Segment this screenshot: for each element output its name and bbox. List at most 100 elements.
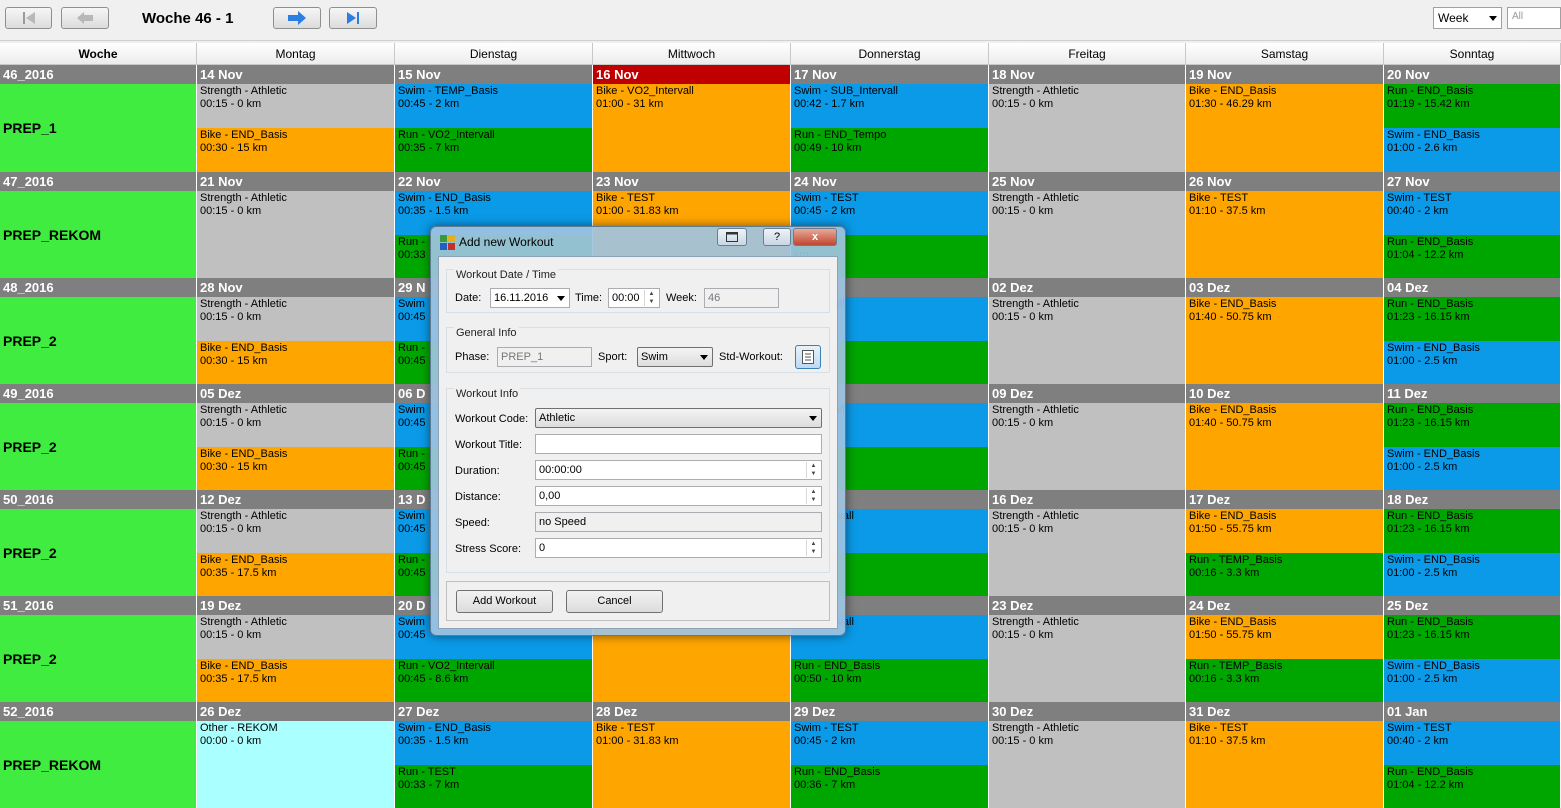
workout-entry[interactable]: Swim - END_Basis 01:00 - 2.5 km [1384, 341, 1561, 385]
workout-entry[interactable]: Strength - Athletic 00:15 - 0 km [989, 297, 1186, 385]
std-workout-button[interactable] [795, 345, 821, 369]
workout-entry[interactable]: Strength - Athletic 00:15 - 0 km [197, 403, 395, 447]
workout-entry[interactable]: Bike - END_Basis 01:30 - 46.29 km [1186, 84, 1384, 172]
workout-entry[interactable]: Swim - TEMP_Basis 00:45 - 2 km [395, 84, 593, 128]
day-cell[interactable]: 05 Dez Strength - Athletic 00:15 - 0 km Bik… [197, 384, 395, 491]
time-spinner[interactable]: ▲ ▼ [644, 290, 658, 306]
day-cell[interactable]: 25 Nov Strength - Athletic 00:15 - 0 km [989, 172, 1186, 279]
column-header-donnerstag[interactable]: Donnerstag [791, 43, 989, 65]
workout-entry[interactable]: Swim - END_Basis 00:35 - 1.5 km [395, 721, 593, 765]
day-cell[interactable]: 24 Dez Bike - END_Basis 01:50 - 55.75 km Ru… [1186, 596, 1384, 703]
last-week-button[interactable] [329, 7, 377, 29]
distance-input[interactable]: 0,00 ▲ ▼ [535, 486, 822, 506]
restore-button[interactable] [717, 228, 747, 246]
day-cell[interactable]: 18 Dez Run - END_Basis 01:23 - 16.15 km Swi… [1384, 490, 1561, 597]
day-cell[interactable]: 19 Nov Bike - END_Basis 01:30 - 46.29 km [1186, 65, 1384, 172]
week-cell[interactable]: 51_2016 PREP_2 [0, 596, 197, 703]
day-cell[interactable]: 31 Dez Bike - TEST 01:10 - 37.5 km [1186, 702, 1384, 808]
workout-entry[interactable]: Run - END_Basis 01:19 - 15.42 km [1384, 84, 1561, 128]
column-header-woche[interactable]: Woche [0, 43, 197, 65]
day-cell[interactable]: 16 Nov Bike - VO2_Intervall 01:00 - 31 km [593, 65, 791, 172]
first-week-button[interactable] [5, 7, 52, 29]
day-cell[interactable]: 21 Nov Strength - Athletic 00:15 - 0 km [197, 172, 395, 279]
day-cell[interactable]: 01 Jan Swim - TEST 00:40 - 2 km Run - END_B… [1384, 702, 1561, 808]
column-header-sonntag[interactable]: Sonntag [1384, 43, 1561, 65]
workout-entry[interactable]: Swim - END_Basis 01:00 - 2.5 km [1384, 447, 1561, 491]
workout-entry[interactable]: Bike - END_Basis 01:50 - 55.75 km [1186, 615, 1384, 659]
day-cell[interactable]: 26 Dez Other - REKOM 00:00 - 0 km [197, 702, 395, 808]
workout-entry[interactable]: Run - VO2_Intervall 00:35 - 7 km [395, 128, 593, 172]
workout-entry[interactable]: Bike - END_Basis 01:50 - 55.75 km [1186, 509, 1384, 553]
workout-entry[interactable]: Swim - TEST 00:40 - 2 km [1384, 721, 1561, 765]
workout-entry[interactable]: Strength - Athletic 00:15 - 0 km [197, 615, 395, 659]
help-button[interactable]: ? [763, 228, 791, 246]
workout-entry[interactable]: Run - END_Basis 00:36 - 7 km [791, 765, 989, 808]
workout-entry[interactable]: Bike - END_Basis 01:40 - 50.75 km [1186, 403, 1384, 491]
workout-entry[interactable]: Strength - Athletic 00:15 - 0 km [989, 191, 1186, 279]
day-cell[interactable]: 14 Nov Strength - Athletic 00:15 - 0 km Bik… [197, 65, 395, 172]
sport-select[interactable]: Swim [637, 347, 713, 367]
day-cell[interactable]: 28 Dez Bike - TEST 01:00 - 31.83 km [593, 702, 791, 808]
workout-entry[interactable]: Strength - Athletic 00:15 - 0 km [989, 84, 1186, 172]
week-cell[interactable]: 48_2016 PREP_2 [0, 278, 197, 385]
duration-spinner[interactable]: ▲ ▼ [806, 462, 820, 478]
workout-entry[interactable]: Strength - Athletic 00:15 - 0 km [197, 84, 395, 128]
workout-entry[interactable]: Swim - TEST 00:45 - 2 km [791, 721, 989, 765]
day-cell[interactable]: 16 Dez Strength - Athletic 00:15 - 0 km [989, 490, 1186, 597]
workout-entry[interactable]: Bike - END_Basis 00:30 - 15 km [197, 341, 395, 385]
date-field[interactable]: 16.11.2016 [490, 288, 570, 308]
workout-entry[interactable]: Swim - END_Basis 01:00 - 2.5 km [1384, 553, 1561, 597]
close-button[interactable]: x [793, 228, 837, 246]
day-cell[interactable]: 28 Nov Strength - Athletic 00:15 - 0 km Bik… [197, 278, 395, 385]
stress-score-input[interactable]: 0 ▲ ▼ [535, 538, 822, 558]
distance-spinner[interactable]: ▲ ▼ [806, 488, 820, 504]
workout-entry[interactable]: Run - END_Basis 01:23 - 16.15 km [1384, 509, 1561, 553]
workout-entry[interactable]: Run - VO2_Intervall 00:45 - 8.6 km [395, 659, 593, 703]
workout-entry[interactable]: Swim - END_Basis 01:00 - 2.6 km [1384, 128, 1561, 172]
workout-entry[interactable]: Run - END_Basis 01:04 - 12.2 km [1384, 235, 1561, 279]
workout-entry[interactable]: Run - END_Basis 01:23 - 16.15 km [1384, 297, 1561, 341]
workout-entry[interactable]: Bike - TEST 01:00 - 31.83 km [593, 721, 791, 808]
day-cell[interactable]: 20 Nov Run - END_Basis 01:19 - 15.42 km Swi… [1384, 65, 1561, 172]
workout-entry[interactable]: Swim - END_Basis 01:00 - 2.5 km [1384, 659, 1561, 703]
workout-entry[interactable]: Run - TEST 00:33 - 7 km [395, 765, 593, 808]
previous-week-button[interactable] [61, 7, 109, 29]
workout-entry[interactable]: Swim - TEST 00:40 - 2 km [1384, 191, 1561, 235]
day-cell[interactable]: 02 Dez Strength - Athletic 00:15 - 0 km [989, 278, 1186, 385]
column-header-montag[interactable]: Montag [197, 43, 395, 65]
day-cell[interactable]: 04 Dez Run - END_Basis 01:23 - 16.15 km Swi… [1384, 278, 1561, 385]
next-week-button[interactable] [273, 7, 321, 29]
workout-entry[interactable]: Run - END_Basis 00:50 - 10 km [791, 659, 989, 703]
day-cell[interactable]: 10 Dez Bike - END_Basis 01:40 - 50.75 km [1186, 384, 1384, 491]
workout-code-select[interactable]: Athletic [535, 408, 822, 428]
workout-entry[interactable]: Strength - Athletic 00:15 - 0 km [989, 615, 1186, 703]
day-cell[interactable]: 30 Dez Strength - Athletic 00:15 - 0 km [989, 702, 1186, 808]
workout-entry[interactable]: Run - END_Basis 01:04 - 12.2 km [1384, 765, 1561, 808]
workout-entry[interactable]: Run - END_Tempo 00:49 - 10 km [791, 128, 989, 172]
workout-entry[interactable]: Run - END_Basis 01:23 - 16.15 km [1384, 615, 1561, 659]
week-cell[interactable]: 49_2016 PREP_2 [0, 384, 197, 491]
day-cell[interactable]: 27 Nov Swim - TEST 00:40 - 2 km Run - END_B… [1384, 172, 1561, 279]
day-cell[interactable]: 11 Dez Run - END_Basis 01:23 - 16.15 km Swi… [1384, 384, 1561, 491]
workout-entry[interactable]: Strength - Athletic 00:15 - 0 km [989, 509, 1186, 597]
workout-entry[interactable]: Swim - SUB_Intervall 00:42 - 1.7 km [791, 84, 989, 128]
day-cell[interactable]: 26 Nov Bike - TEST 01:10 - 37.5 km [1186, 172, 1384, 279]
day-cell[interactable]: 29 Dez Swim - TEST 00:45 - 2 km Run - END_B… [791, 702, 989, 808]
workout-entry[interactable]: Bike - END_Basis 01:40 - 50.75 km [1186, 297, 1384, 385]
day-cell[interactable]: 15 Nov Swim - TEMP_Basis 00:45 - 2 km Run -… [395, 65, 593, 172]
day-cell[interactable]: 12 Dez Strength - Athletic 00:15 - 0 km Bik… [197, 490, 395, 597]
day-cell[interactable]: 27 Dez Swim - END_Basis 00:35 - 1.5 km Run … [395, 702, 593, 808]
time-field[interactable]: 00:00 ▲ ▼ [608, 288, 660, 308]
day-cell[interactable]: 18 Nov Strength - Athletic 00:15 - 0 km [989, 65, 1186, 172]
column-header-freitag[interactable]: Freitag [989, 43, 1186, 65]
workout-entry[interactable]: Strength - Athletic 00:15 - 0 km [989, 403, 1186, 491]
workout-entry[interactable]: Strength - Athletic 00:15 - 0 km [989, 721, 1186, 808]
workout-entry[interactable]: Bike - END_Basis 00:35 - 17.5 km [197, 553, 395, 597]
workout-entry[interactable]: Bike - END_Basis 00:30 - 15 km [197, 128, 395, 172]
workout-entry[interactable]: Run - TEMP_Basis 00:16 - 3.3 km [1186, 553, 1384, 597]
week-cell[interactable]: 46_2016 PREP_1 [0, 65, 197, 172]
day-cell[interactable]: 25 Dez Run - END_Basis 01:23 - 16.15 km Swi… [1384, 596, 1561, 703]
workout-entry[interactable]: Bike - VO2_Intervall 01:00 - 31 km [593, 84, 791, 172]
column-header-samstag[interactable]: Samstag [1186, 43, 1384, 65]
add-workout-button[interactable]: Add Workout [456, 590, 553, 613]
